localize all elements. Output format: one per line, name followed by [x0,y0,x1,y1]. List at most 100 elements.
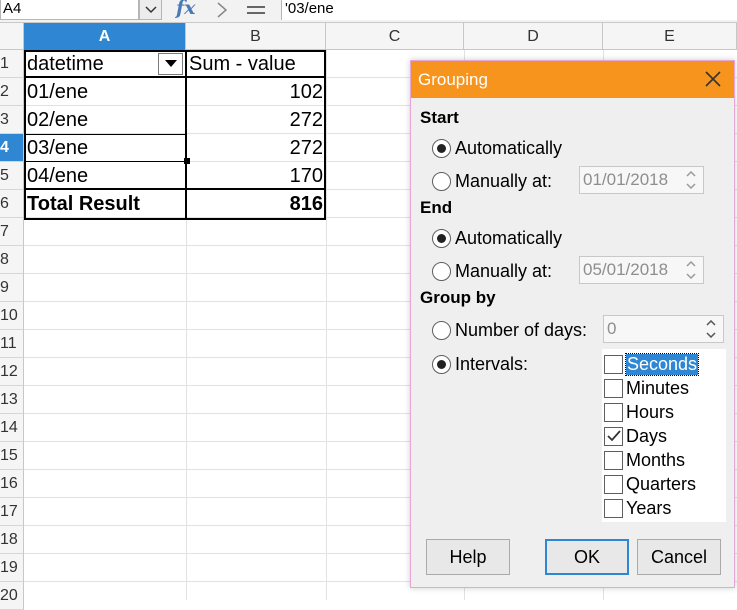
row-header[interactable]: 10 [0,302,24,330]
row-header[interactable]: 11 [0,330,24,358]
pivot-row-label[interactable]: 04/ene [24,162,186,190]
end-manually-radio[interactable]: Manually at: [432,260,552,282]
column-header-d[interactable]: D [464,23,603,50]
row-header[interactable]: 18 [0,526,24,554]
end-automatically-label: Automatically [455,227,563,248]
chevron-down-icon [686,273,696,279]
ok-button[interactable]: OK [545,539,629,575]
radio-selected-icon [432,138,451,158]
formula-input[interactable]: '03/ene [281,0,737,20]
checkbox-unchecked-icon [604,378,623,398]
interval-label: Months [626,449,686,470]
pivot-data-header[interactable]: Sum - value [186,50,326,78]
checkbox-checked-icon [604,426,623,446]
chevron-up-icon [706,320,716,326]
interval-days-checkbox[interactable]: Days [604,425,667,447]
row-header[interactable]: 3 [0,106,24,134]
row-header[interactable]: 14 [0,414,24,442]
fill-handle[interactable] [184,158,190,164]
row-header[interactable]: 1 [0,50,24,78]
row-header[interactable]: 12 [0,358,24,386]
interval-years-checkbox[interactable]: Years [604,497,671,519]
row-header[interactable]: 8 [0,246,24,274]
intervals-radio[interactable]: Intervals: [432,353,528,375]
select-all-corner[interactable] [0,23,24,50]
interval-months-checkbox[interactable]: Months [604,449,685,471]
row-header[interactable]: 16 [0,470,24,498]
name-box-dropdown-button[interactable] [139,0,162,20]
row-header[interactable]: 4 [0,134,24,162]
formula-button[interactable] [245,0,267,20]
row-header[interactable]: 6 [0,190,24,218]
formula-bar: A4 fx '03/ene [0,0,737,23]
number-of-days-field[interactable]: 0 [603,315,724,343]
name-box[interactable]: A4 [0,0,139,20]
row-header[interactable]: 5 [0,162,24,190]
chevron-down-icon [686,183,696,189]
start-date-value: 01/01/2018 [583,170,669,189]
radio-selected-icon [432,228,451,248]
checkbox-unchecked-icon [604,402,623,422]
intervals-label: Intervals: [455,353,529,374]
pivot-row-label[interactable]: 02/ene [24,106,186,134]
gridline [326,50,327,600]
spin-buttons[interactable] [680,168,702,192]
row-header[interactable]: 2 [0,78,24,106]
row-header[interactable]: 13 [0,386,24,414]
row-header[interactable]: 17 [0,498,24,526]
interval-hours-checkbox[interactable]: Hours [604,401,674,423]
sum-button[interactable] [216,0,230,20]
interval-label: Years [626,497,672,518]
row-header[interactable]: 19 [0,554,24,582]
number-of-days-radio[interactable]: Number of days: [432,319,587,341]
triangle-down-icon [164,60,177,67]
chevron-down-icon [144,5,157,13]
interval-seconds-checkbox[interactable]: Seconds [604,352,700,376]
close-button[interactable] [704,70,722,88]
pivot-row-value[interactable]: 102 [186,78,326,106]
column-header-e[interactable]: E [603,23,737,50]
dialog-title: Grouping [418,70,488,89]
spin-buttons[interactable] [680,258,702,282]
end-date-field[interactable]: 05/01/2018 [579,256,704,284]
help-button[interactable]: Help [426,539,510,575]
pivot-total-value[interactable]: 816 [186,190,326,218]
pivot-row-label[interactable]: 01/ene [24,78,186,106]
column-header-b[interactable]: B [186,23,326,50]
checkbox-unchecked-icon [604,498,623,518]
start-manually-radio[interactable]: Manually at: [432,170,552,192]
interval-minutes-checkbox[interactable]: Minutes [604,377,689,399]
sum-icon [217,2,228,18]
end-manually-label: Manually at: [455,260,553,281]
pivot-row-value[interactable]: 272 [186,134,326,162]
grouping-dialog: Grouping Start Automatically Manually at… [410,60,735,588]
checkbox-unchecked-icon [604,450,623,470]
interval-label: Seconds [624,352,700,376]
pivot-filter-button[interactable] [158,53,183,75]
column-header-c[interactable]: C [326,23,464,50]
function-wizard-button[interactable]: fx [176,0,204,20]
radio-unselected-icon [432,171,451,191]
radio-unselected-icon [432,261,451,281]
column-header-a[interactable]: A [24,23,186,50]
dialog-titlebar: Grouping [411,61,734,98]
number-of-days-value: 0 [607,319,617,338]
intervals-list[interactable]: Seconds Minutes Hours Days Months Quarte… [602,349,726,522]
interval-quarters-checkbox[interactable]: Quarters [604,473,696,495]
start-date-field[interactable]: 01/01/2018 [579,166,704,194]
row-header[interactable]: 7 [0,218,24,246]
start-heading: Start [420,108,459,127]
column-headers: A B C D E [0,23,737,50]
pivot-row-value[interactable]: 272 [186,106,326,134]
interval-label: Hours [626,401,675,422]
row-header[interactable]: 15 [0,442,24,470]
end-automatically-radio[interactable]: Automatically [432,227,562,249]
pivot-total-label[interactable]: Total Result [24,190,186,218]
spin-buttons[interactable] [700,317,722,341]
start-automatically-radio[interactable]: Automatically [432,137,562,159]
row-header[interactable]: 20 [0,582,24,610]
pivot-row-value[interactable]: 170 [186,162,326,190]
cancel-button[interactable]: Cancel [637,539,721,575]
row-header[interactable]: 9 [0,274,24,302]
chevron-up-icon [686,261,696,267]
